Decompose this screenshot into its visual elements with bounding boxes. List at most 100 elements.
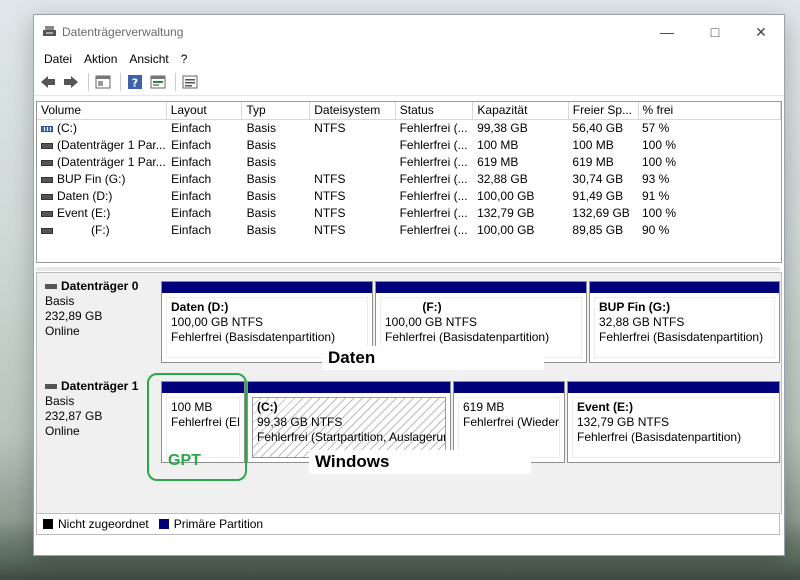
close-button[interactable]: ✕ bbox=[738, 15, 784, 49]
column-header-kapazitaet[interactable]: Kapazität bbox=[473, 102, 569, 119]
table-row[interactable]: Daten (D:) Einfach Basis NTFS Fehlerfrei… bbox=[37, 188, 781, 205]
table-row[interactable]: BUP Fin (G:) Einfach Basis NTFS Fehlerfr… bbox=[37, 171, 781, 188]
partition-color-bar bbox=[162, 282, 372, 293]
title-bar[interactable]: Datenträgerverwaltung — □ ✕ bbox=[34, 15, 784, 49]
freier-speicher-cell: 619 MB bbox=[572, 155, 614, 169]
column-header-typ[interactable]: Typ bbox=[242, 102, 311, 119]
layout-cell: Einfach bbox=[171, 155, 212, 169]
menu-help[interactable]: ? bbox=[175, 52, 194, 66]
partition-size: 619 MB bbox=[463, 400, 505, 414]
layout-cell: Einfach bbox=[171, 121, 212, 135]
volume-icon bbox=[41, 193, 53, 200]
annotation-windows: Windows bbox=[309, 450, 531, 474]
typ-cell: Basis bbox=[246, 172, 276, 186]
back-icon[interactable] bbox=[38, 72, 58, 92]
column-header-prozent-frei[interactable]: % frei bbox=[639, 102, 781, 119]
kapazitaet-cell: 32,88 GB bbox=[477, 172, 528, 186]
dateisystem-cell: NTFS bbox=[314, 223, 346, 237]
volume-name: Event (E:) bbox=[57, 206, 111, 220]
menu-ansicht[interactable]: Ansicht bbox=[123, 52, 174, 66]
partition-event[interactable]: Event (E:) 132,79 GB NTFS Fehlerfrei (Ba… bbox=[567, 381, 780, 463]
freier-speicher-cell: 30,74 GB bbox=[572, 172, 624, 186]
column-header-dateisystem[interactable]: Dateisystem bbox=[310, 102, 396, 119]
partition-status: Fehlerfrei (Basisdatenpartition) bbox=[577, 430, 742, 444]
partition-status: Fehlerfrei (Wiederh bbox=[463, 415, 560, 429]
prozent-frei-cell: 90 % bbox=[641, 223, 670, 237]
list-icon[interactable] bbox=[180, 72, 200, 92]
partition-color-bar bbox=[376, 282, 586, 293]
volume-list: Volume Layout Typ Dateisystem Status Kap… bbox=[36, 101, 782, 263]
volume-name: (F:) bbox=[91, 223, 110, 237]
kapazitaet-cell: 619 MB bbox=[477, 155, 519, 169]
dateisystem-cell: NTFS bbox=[314, 121, 346, 135]
layout-cell: Einfach bbox=[171, 206, 212, 220]
freier-speicher-cell: 56,40 GB bbox=[572, 121, 624, 135]
volume-cell: (C:) bbox=[37, 120, 167, 137]
pane-splitter[interactable] bbox=[36, 267, 780, 271]
prozent-frei-cell: 93 % bbox=[641, 172, 670, 186]
column-header-volume[interactable]: Volume bbox=[37, 102, 167, 119]
partition-color-bar bbox=[590, 282, 779, 293]
disk-name: Datenträger 0 bbox=[45, 279, 157, 294]
kapazitaet-cell: 132,79 GB bbox=[477, 206, 535, 220]
toolbar: ? bbox=[34, 69, 784, 96]
partition-color-bar bbox=[568, 382, 779, 393]
volume-cell: (Datenträger 1 Par... bbox=[37, 154, 167, 171]
show-hide-icon[interactable] bbox=[148, 72, 168, 92]
kapazitaet-cell: 100,00 GB bbox=[477, 223, 535, 237]
prozent-frei-cell: 100 % bbox=[641, 206, 676, 220]
partition-size: 100,00 GB NTFS bbox=[171, 315, 264, 329]
partition-title: (C:) bbox=[257, 400, 278, 414]
layout-cell: Einfach bbox=[171, 223, 212, 237]
volume-cell: (F:) bbox=[37, 222, 167, 239]
prozent-frei-cell: 100 % bbox=[641, 138, 676, 152]
menu-bar: Datei Aktion Ansicht ? bbox=[34, 49, 784, 69]
table-row[interactable]: (F:) Einfach Basis NTFS Fehlerfrei (... … bbox=[37, 222, 781, 239]
partition-size: 100,00 GB NTFS bbox=[385, 315, 478, 329]
table-row[interactable]: (Datenträger 1 Par... Einfach Basis Fehl… bbox=[37, 137, 781, 154]
table-row[interactable]: Event (E:) Einfach Basis NTFS Fehlerfrei… bbox=[37, 205, 781, 222]
partition-bup-fin[interactable]: BUP Fin (G:) 32,88 GB NTFS Fehlerfrei (B… bbox=[589, 281, 780, 363]
disk-type: Basis bbox=[45, 394, 75, 408]
redacted-label bbox=[385, 302, 419, 313]
partition-title: BUP Fin (G:) bbox=[599, 300, 671, 314]
partition-color-bar bbox=[248, 382, 450, 393]
menu-aktion[interactable]: Aktion bbox=[78, 52, 123, 66]
legend-unallocated: Nicht zugeordnet bbox=[58, 517, 149, 531]
dateisystem-cell bbox=[310, 137, 395, 154]
table-row[interactable]: (C:) Einfach Basis NTFS Fehlerfrei (... … bbox=[37, 120, 781, 137]
volume-name: (C:) bbox=[57, 121, 77, 135]
partition-status: Fehlerfrei (Basisdatenpartition) bbox=[599, 330, 764, 344]
forward-icon[interactable] bbox=[61, 72, 81, 92]
disk-info[interactable]: Datenträger 0 Basis 232,89 GB Online bbox=[37, 273, 157, 369]
minimize-button[interactable]: — bbox=[644, 15, 690, 49]
table-row[interactable]: (Datenträger 1 Par... Einfach Basis Fehl… bbox=[37, 154, 781, 171]
volume-striped-icon bbox=[41, 125, 53, 132]
menu-datei[interactable]: Datei bbox=[38, 52, 78, 66]
volume-name: (Datenträger 1 Par... bbox=[57, 155, 166, 169]
disk-icon bbox=[45, 384, 57, 390]
disk-management-app-icon bbox=[43, 26, 56, 36]
disk-info[interactable]: Datenträger 1 Basis 232,87 GB Online bbox=[37, 373, 157, 469]
dateisystem-cell: NTFS bbox=[314, 189, 346, 203]
volume-cell: Daten (D:) bbox=[37, 188, 167, 205]
typ-cell: Basis bbox=[246, 155, 276, 169]
column-header-status[interactable]: Status bbox=[396, 102, 474, 119]
disk-management-window: Datenträgerverwaltung — □ ✕ Datei Aktion… bbox=[33, 14, 785, 556]
partition-size: 99,38 GB NTFS bbox=[257, 415, 343, 429]
help-icon[interactable]: ? bbox=[125, 72, 145, 92]
kapazitaet-cell: 99,38 GB bbox=[477, 121, 528, 135]
kapazitaet-cell: 100,00 GB bbox=[477, 189, 535, 203]
properties-icon[interactable] bbox=[93, 72, 113, 92]
partition-title: Daten (D:) bbox=[171, 300, 229, 314]
partition-size: 132,79 GB NTFS bbox=[577, 415, 670, 429]
toolbar-separator bbox=[175, 73, 176, 91]
toolbar-separator bbox=[88, 73, 89, 91]
maximize-button[interactable]: □ bbox=[692, 15, 738, 49]
legend-primary: Primäre Partition bbox=[173, 517, 264, 531]
column-header-layout[interactable]: Layout bbox=[167, 102, 243, 119]
redacted-label bbox=[57, 225, 91, 236]
typ-cell: Basis bbox=[246, 138, 276, 152]
column-header-freier-speicher[interactable]: Freier Sp... bbox=[569, 102, 639, 119]
status-cell: Fehlerfrei (... bbox=[399, 172, 468, 186]
